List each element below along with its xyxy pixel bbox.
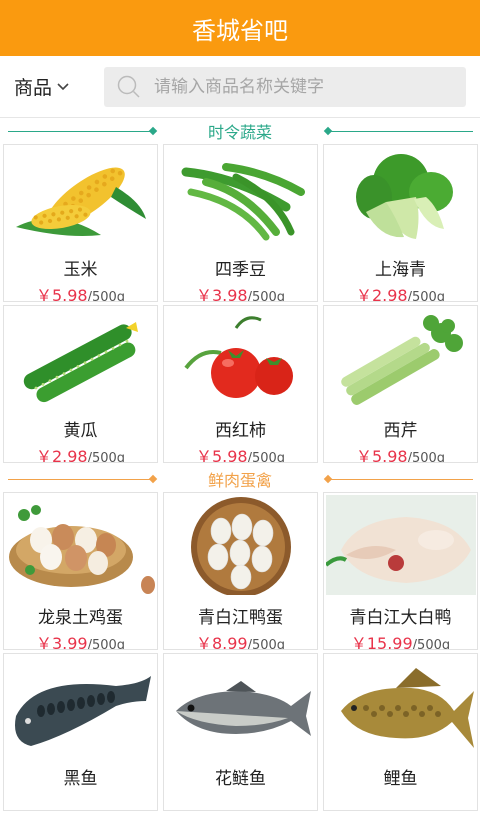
search-box[interactable] xyxy=(104,66,466,107)
corn-icon xyxy=(4,145,157,249)
celery-icon xyxy=(324,306,477,410)
carp-icon xyxy=(324,654,477,758)
divider-dot xyxy=(148,126,158,136)
section-title: 鲜肉蛋禽 xyxy=(197,467,282,491)
category-dropdown[interactable]: 商品 xyxy=(14,73,104,100)
app-title: 香城省吧 xyxy=(192,16,288,45)
divider-line xyxy=(8,131,153,132)
product-unit: /500g xyxy=(87,638,126,650)
snakehead-fish-icon xyxy=(4,654,157,758)
product-card[interactable]: 四季豆 ￥3.98/500g xyxy=(163,144,318,302)
cucumber-icon xyxy=(4,306,157,410)
product-card[interactable]: 青白江鸭蛋 ￥8.99/500g xyxy=(163,492,318,650)
product-price: ￥2.98 xyxy=(35,447,88,463)
product-unit: /500g xyxy=(247,638,286,650)
product-unit: /500g xyxy=(87,290,126,302)
section-header: 鲜肉蛋禽 xyxy=(0,467,480,491)
product-unit: /500g xyxy=(247,290,286,302)
product-unit: /500g xyxy=(412,638,451,650)
product-price-row: ￥5.98/500g xyxy=(4,282,157,302)
product-card[interactable]: 花鲢鱼 xyxy=(163,653,318,811)
product-name: 西芹 xyxy=(383,421,418,441)
product-card[interactable]: 黄瓜 ￥2.98/500g xyxy=(3,305,158,463)
product-card[interactable]: 西红柿 ￥5.98/500g xyxy=(163,305,318,463)
product-card[interactable]: 鲤鱼 xyxy=(323,653,478,811)
product-price-row: ￥2.98/500g xyxy=(4,443,157,463)
section-header: 时令蔬菜 xyxy=(0,119,480,143)
product-name: 四季豆 xyxy=(215,260,266,280)
product-name: 鲤鱼 xyxy=(383,769,418,789)
product-price: ￥8.99 xyxy=(195,634,248,650)
divider-line xyxy=(8,479,153,480)
product-price: ￥5.98 xyxy=(355,447,408,463)
search-icon xyxy=(117,75,140,98)
product-price-row: ￥15.99/500g xyxy=(324,630,477,650)
product-price-row: ￥5.98/500g xyxy=(164,443,317,463)
product-price: ￥3.99 xyxy=(35,634,88,650)
product-price-row: ￥5.98/500g xyxy=(324,443,477,463)
green-bean-icon xyxy=(164,145,317,249)
product-price-row: ￥2.98/500g xyxy=(324,282,477,302)
product-name: 青白江大白鸭 xyxy=(349,608,452,628)
product-unit: /500g xyxy=(407,290,446,302)
product-card[interactable]: 上海青 ￥2.98/500g xyxy=(323,144,478,302)
tomato-icon xyxy=(164,306,317,410)
product-price-row: ￥3.99/500g xyxy=(4,630,157,650)
product-card[interactable]: 龙泉土鸡蛋 ￥3.99/500g xyxy=(3,492,158,650)
product-name: 上海青 xyxy=(375,260,426,280)
product-price: ￥15.99 xyxy=(350,634,413,650)
product-card[interactable]: 西芹 ￥5.98/500g xyxy=(323,305,478,463)
bighead-carp-icon xyxy=(164,654,317,758)
product-grid: 龙泉土鸡蛋 ￥3.99/500g 青白江鸭蛋 ￥8.99/500g 青白江大白鸭… xyxy=(0,492,480,814)
section-title: 时令蔬菜 xyxy=(197,119,282,143)
product-card[interactable]: 黑鱼 xyxy=(3,653,158,811)
product-name: 西红柿 xyxy=(215,421,266,441)
product-grid: 玉米 ￥5.98/500g 四季豆 ￥3.98/500g 上海青 ￥2.98/5… xyxy=(0,144,480,466)
divider-line xyxy=(328,479,473,480)
search-input[interactable] xyxy=(152,75,466,98)
product-price: ￥5.98 xyxy=(35,286,88,302)
bok-choy-icon xyxy=(324,145,477,249)
product-name: 青白江鸭蛋 xyxy=(198,608,283,628)
category-label: 商品 xyxy=(14,77,53,99)
product-name: 龙泉土鸡蛋 xyxy=(38,608,123,628)
product-price-row: ￥8.99/500g xyxy=(164,630,317,650)
search-row: 商品 xyxy=(0,56,480,118)
product-name: 黑鱼 xyxy=(63,769,98,789)
product-name: 花鲢鱼 xyxy=(215,769,266,789)
product-unit: /500g xyxy=(87,451,126,463)
product-price: ￥2.98 xyxy=(355,286,408,302)
divider-dot xyxy=(148,474,158,484)
chevron-down-icon xyxy=(57,82,69,90)
product-name: 玉米 xyxy=(63,260,98,280)
product-unit: /500g xyxy=(407,451,446,463)
duck-icon xyxy=(324,493,477,597)
product-price: ￥3.98 xyxy=(195,286,248,302)
app-title-bar: 香城省吧 xyxy=(0,0,480,56)
chicken-egg-icon xyxy=(4,493,157,597)
product-card[interactable]: 青白江大白鸭 ￥15.99/500g xyxy=(323,492,478,650)
divider-line xyxy=(328,131,473,132)
product-price: ￥5.98 xyxy=(195,447,248,463)
product-unit: /500g xyxy=(247,451,286,463)
product-price-row: ￥3.98/500g xyxy=(164,282,317,302)
product-card[interactable]: 玉米 ￥5.98/500g xyxy=(3,144,158,302)
product-name: 黄瓜 xyxy=(63,421,98,441)
duck-egg-icon xyxy=(164,493,317,597)
